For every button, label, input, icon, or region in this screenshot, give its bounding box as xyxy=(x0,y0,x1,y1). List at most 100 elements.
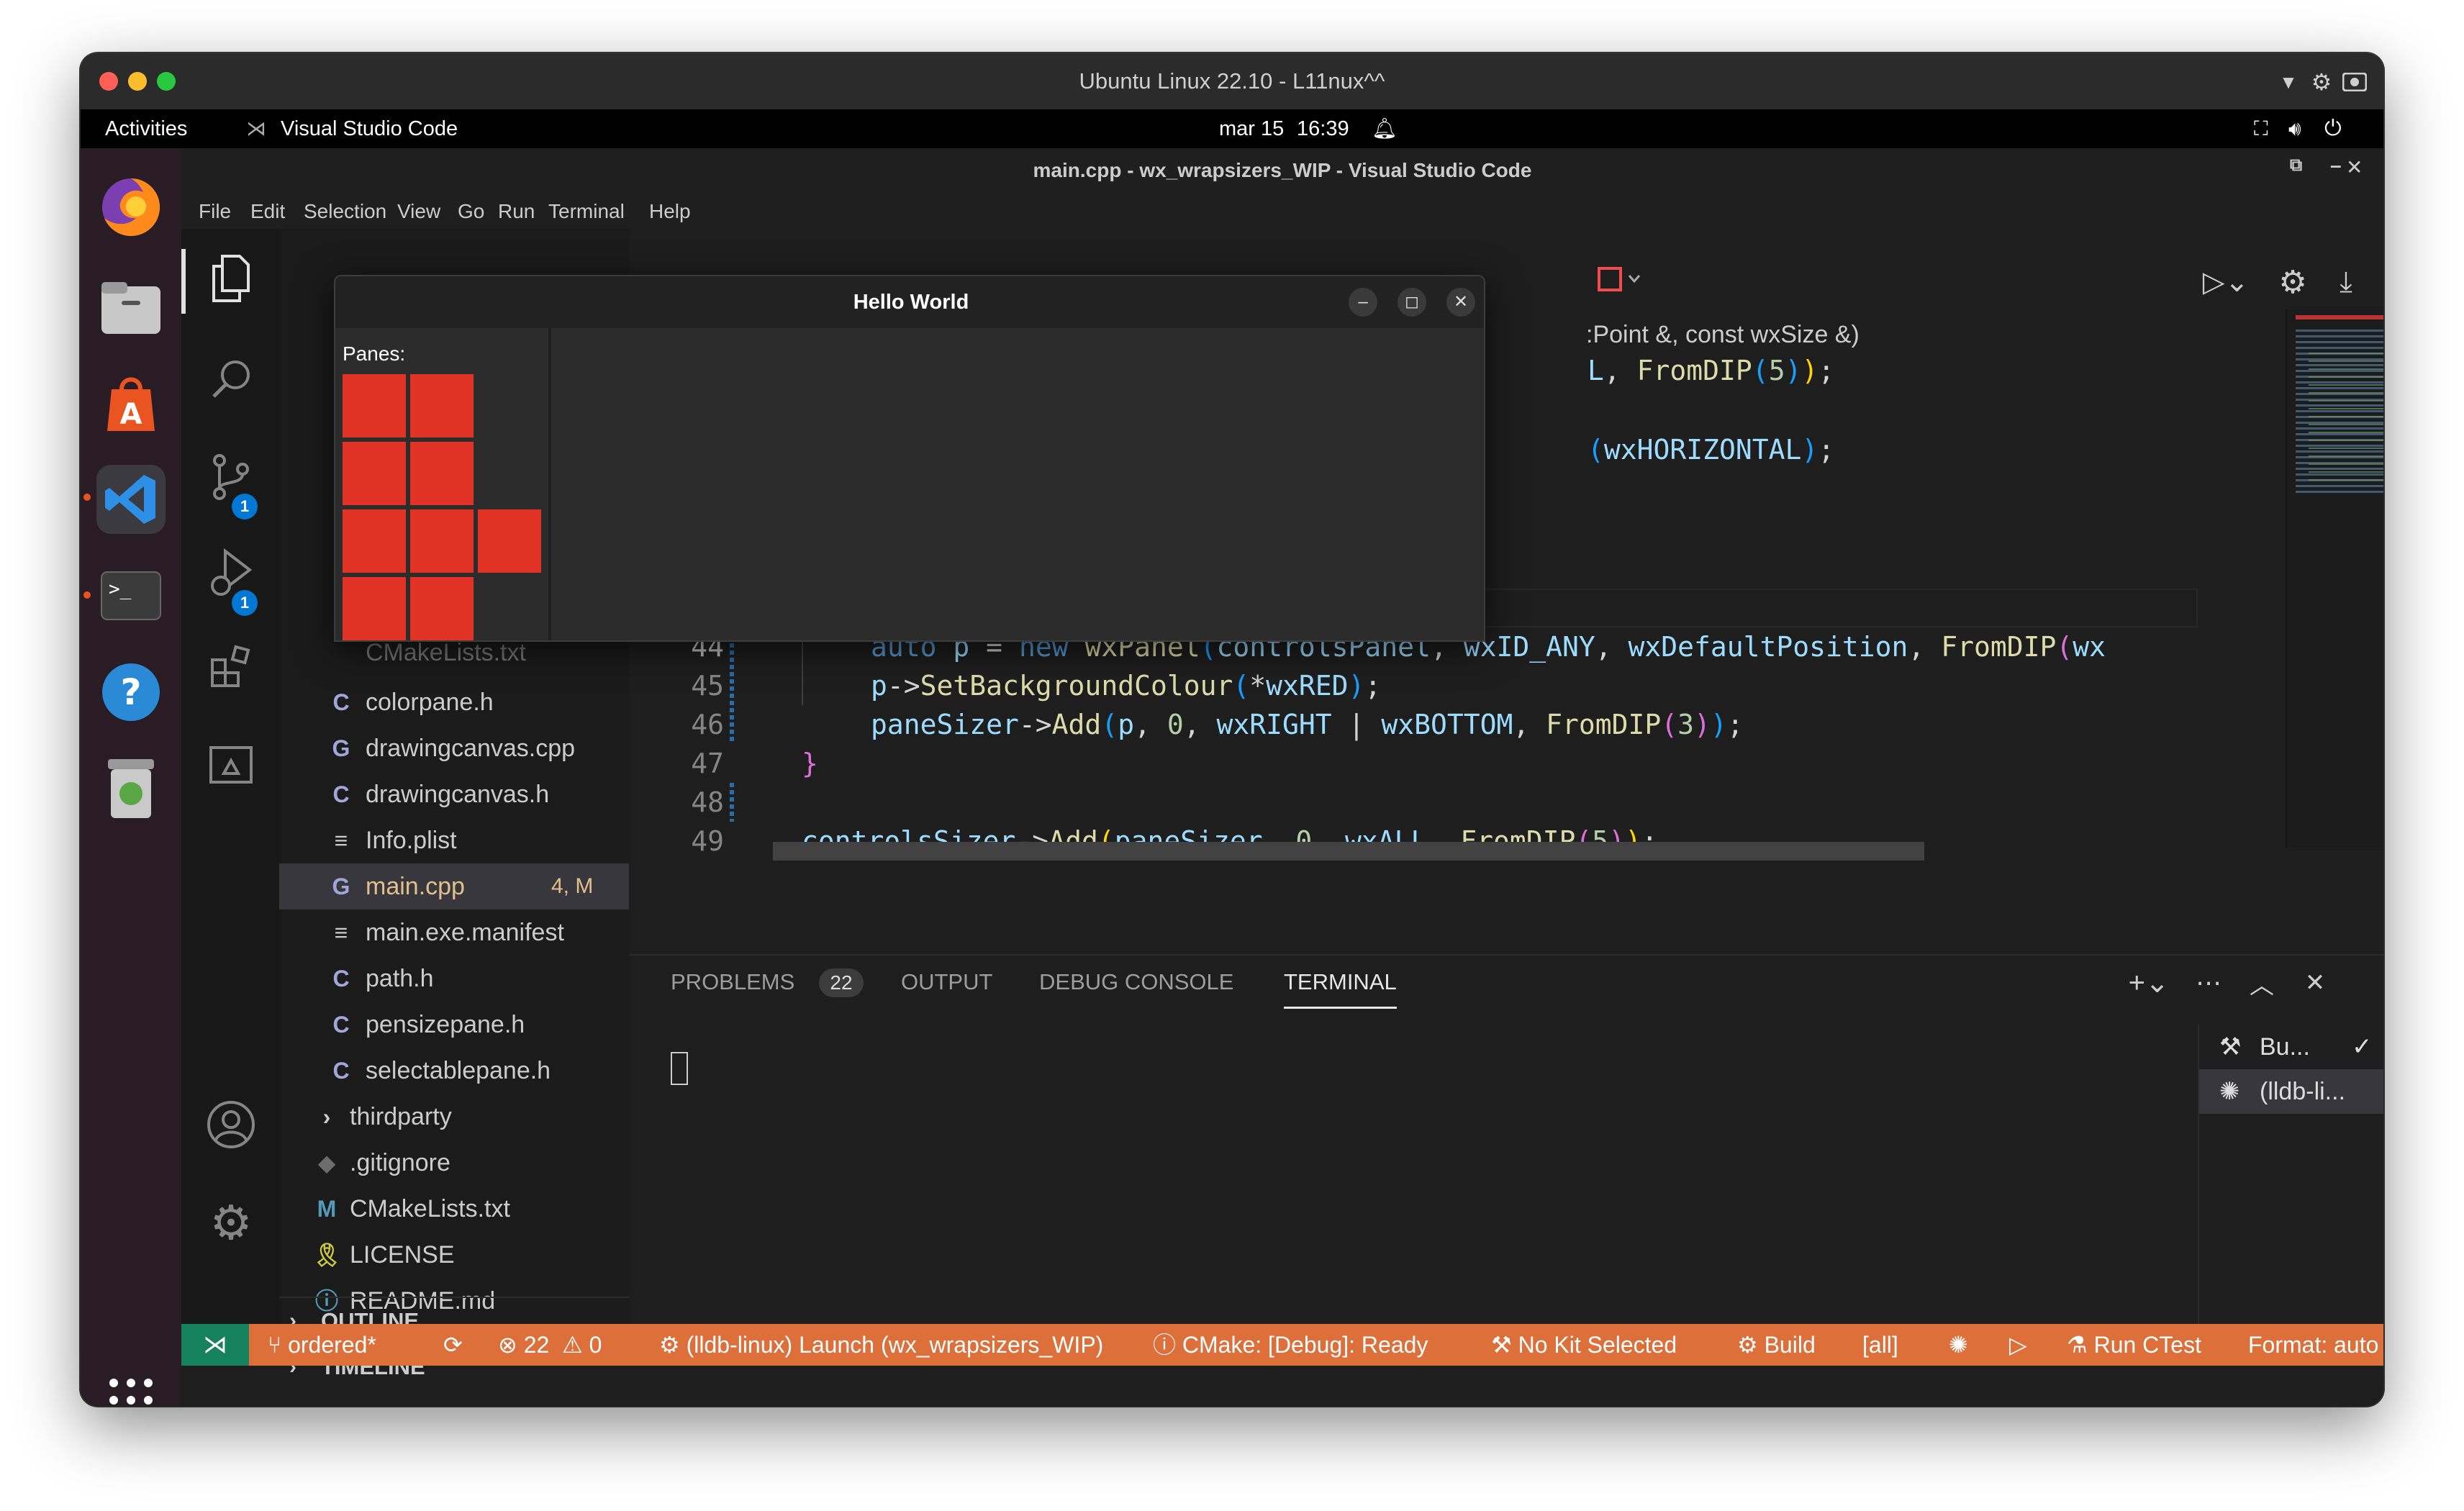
terminal-list-item[interactable]: ✺ (lldb-li... xyxy=(2199,1069,2383,1114)
compare-icon[interactable]: ⇅ xyxy=(2378,260,2383,304)
tab-debug-console[interactable]: DEBUG CONSOLE xyxy=(1039,956,1233,1009)
problems-status[interactable]: ⊗ 22 ⚠ 0 xyxy=(498,1324,602,1366)
bell-icon[interactable]: 🔔︎ xyxy=(1372,109,1398,148)
terminal-dock-icon[interactable]: >_ xyxy=(96,561,166,630)
power-icon[interactable]: ⏻ xyxy=(2324,109,2342,148)
color-pane[interactable] xyxy=(343,577,406,640)
extensions-icon[interactable] xyxy=(199,635,263,699)
format-status[interactable]: Format: auto xyxy=(2248,1324,2383,1366)
minimize-icon[interactable]: – xyxy=(1349,288,1377,317)
menu-help[interactable]: Help xyxy=(649,200,691,223)
menu-selection[interactable]: Selection xyxy=(304,200,386,223)
network-icon[interactable]: ⛶ xyxy=(2254,109,2268,148)
file-row[interactable]: M CMakeLists.txt xyxy=(279,1186,629,1232)
file-row[interactable]: › thirdparty xyxy=(279,1094,629,1140)
restore-icon[interactable]: ⧉ xyxy=(2290,155,2302,176)
menu-view[interactable]: View xyxy=(397,200,440,223)
launch-status[interactable]: ⚙ (lldb-linux) Launch (wx_wrapsizers_WIP… xyxy=(659,1324,1103,1366)
remote-explorer-icon[interactable] xyxy=(199,732,263,797)
manage-gear-icon[interactable]: ⚙ xyxy=(199,1190,263,1255)
settings-icon[interactable]: ⚙ xyxy=(2271,260,2314,304)
remote-indicator-icon[interactable]: ⋊ xyxy=(181,1324,249,1366)
screenshot-icon[interactable] xyxy=(2340,69,2369,95)
breadcrumb[interactable]: :Point &, const wxSize &) xyxy=(1586,321,1860,349)
debug-bug-icon[interactable]: ✺ xyxy=(1949,1324,1968,1366)
trash-icon[interactable] xyxy=(96,754,166,823)
maximize-panel-icon[interactable]: ︿ xyxy=(2244,966,2280,1000)
color-pane[interactable] xyxy=(478,509,541,573)
activities-button[interactable]: Activities xyxy=(105,109,187,148)
new-terminal-icon[interactable]: +⌄ xyxy=(2120,966,2178,1000)
menu-terminal[interactable]: Terminal xyxy=(548,200,625,223)
clock-date[interactable]: mar 15 xyxy=(1219,109,1284,148)
minimap[interactable] xyxy=(2286,309,2383,848)
minimize-icon[interactable]: – xyxy=(2330,154,2342,177)
color-pane[interactable] xyxy=(343,442,406,505)
maximize-icon[interactable]: ◻ xyxy=(1398,288,1426,317)
color-pane[interactable] xyxy=(410,509,474,573)
file-row[interactable]: ≡ main.exe.manifest xyxy=(279,909,629,956)
build-target[interactable]: [all] xyxy=(1862,1324,1898,1366)
file-row[interactable]: Cdrawingcanvas.h xyxy=(279,771,629,817)
color-pane[interactable] xyxy=(343,509,406,573)
menu-edit[interactable]: Edit xyxy=(250,200,285,223)
file-name: CMakeLists.txt xyxy=(350,1195,510,1222)
tab-output[interactable]: OUTPUT xyxy=(901,956,992,1009)
horizontal-scrollbar[interactable] xyxy=(773,842,1924,861)
run-debug-toolbar-icon[interactable]: ▷⌄ xyxy=(2195,260,2257,304)
color-pane[interactable] xyxy=(410,577,474,640)
menu-go[interactable]: Go xyxy=(458,200,484,223)
run-play-icon[interactable]: ▷ xyxy=(2009,1324,2027,1366)
download-icon[interactable]: ⤓ xyxy=(2324,260,2368,304)
menu-file[interactable]: File xyxy=(199,200,231,223)
file-row[interactable]: Gdrawingcanvas.cpp xyxy=(279,725,629,771)
close-panel-icon[interactable]: ✕ xyxy=(2297,966,2333,1000)
menu-run[interactable]: Run xyxy=(498,200,535,223)
code-line-46: 46 paneSizer->Add(p, 0, wxRIGHT | wxBOTTO… xyxy=(691,709,1744,740)
file-row[interactable]: Cpath.h xyxy=(279,956,629,1002)
terminal-cursor[interactable] xyxy=(671,1052,688,1085)
volume-icon[interactable]: 🔊︎ xyxy=(2288,109,2301,148)
ctest-button[interactable]: ⚗ Run CTest xyxy=(2067,1324,2201,1366)
file-row[interactable]: Cpensizepane.h xyxy=(279,1002,629,1048)
close-icon[interactable]: ✕ xyxy=(1446,288,1475,317)
clock-time[interactable]: 16:39 xyxy=(1297,109,1349,148)
vscode-dock-icon[interactable] xyxy=(96,465,166,534)
file-row[interactable]: Ccolorpane.h xyxy=(279,679,629,725)
file-row[interactable]: 🎗 LICENSE xyxy=(279,1232,629,1278)
file-row[interactable]: Cselectablepane.h xyxy=(279,1048,629,1094)
app-center-icon[interactable]: A xyxy=(96,368,166,437)
file-row[interactable]: Gmain.cpp 4, M xyxy=(279,863,629,909)
kit-status[interactable]: ⚒ No Kit Selected xyxy=(1491,1324,1677,1366)
flask-icon: ⚗ xyxy=(2067,1332,2094,1358)
terminal-list-item[interactable]: ⚒ Bu... ✓ xyxy=(2199,1025,2383,1069)
sync-icon[interactable]: ⟳ xyxy=(443,1324,463,1366)
help-icon[interactable]: ? xyxy=(96,658,166,727)
ubuntu-topbar: Activities ⋊ Visual Studio Code mar 15 1… xyxy=(81,109,2383,148)
stop-debug-icon[interactable] xyxy=(1593,258,1645,301)
show-apps-icon[interactable] xyxy=(102,1371,160,1406)
app-menu-label[interactable]: Visual Studio Code xyxy=(281,109,458,148)
branch-status[interactable]: ⑂ ordered* xyxy=(268,1324,376,1366)
close-icon[interactable]: ✕ xyxy=(2346,155,2363,179)
build-button[interactable]: ⚙ Build xyxy=(1737,1324,1816,1366)
color-pane[interactable] xyxy=(343,374,406,437)
more-icon[interactable]: ⋯ xyxy=(2191,966,2227,1000)
color-pane[interactable] xyxy=(410,374,474,437)
dropdown-icon[interactable]: ▼ xyxy=(2274,68,2303,96)
files-icon[interactable] xyxy=(96,273,166,342)
color-pane[interactable] xyxy=(410,442,474,505)
search-icon[interactable] xyxy=(199,347,263,412)
explorer-icon[interactable] xyxy=(199,246,263,311)
file-row[interactable]: ◆ .gitignore xyxy=(279,1140,629,1186)
drawing-canvas[interactable] xyxy=(554,328,1484,640)
cropped-file-row[interactable]: CMakeLists.txt xyxy=(366,639,526,667)
cmake-status[interactable]: ⓘ CMake: [Debug]: Ready xyxy=(1153,1324,1428,1366)
file-list: Ccolorpane.h Gdrawingcanvas.cpp Cdrawingca… xyxy=(279,679,629,1315)
tab-problems[interactable]: PROBLEMS xyxy=(671,956,794,1009)
file-row[interactable]: ≡ Info.plist xyxy=(279,817,629,863)
gear-icon[interactable]: ⚙ xyxy=(2307,68,2336,96)
account-icon[interactable] xyxy=(199,1092,263,1157)
tab-terminal[interactable]: TERMINAL xyxy=(1284,956,1397,1009)
firefox-icon[interactable] xyxy=(96,173,166,242)
